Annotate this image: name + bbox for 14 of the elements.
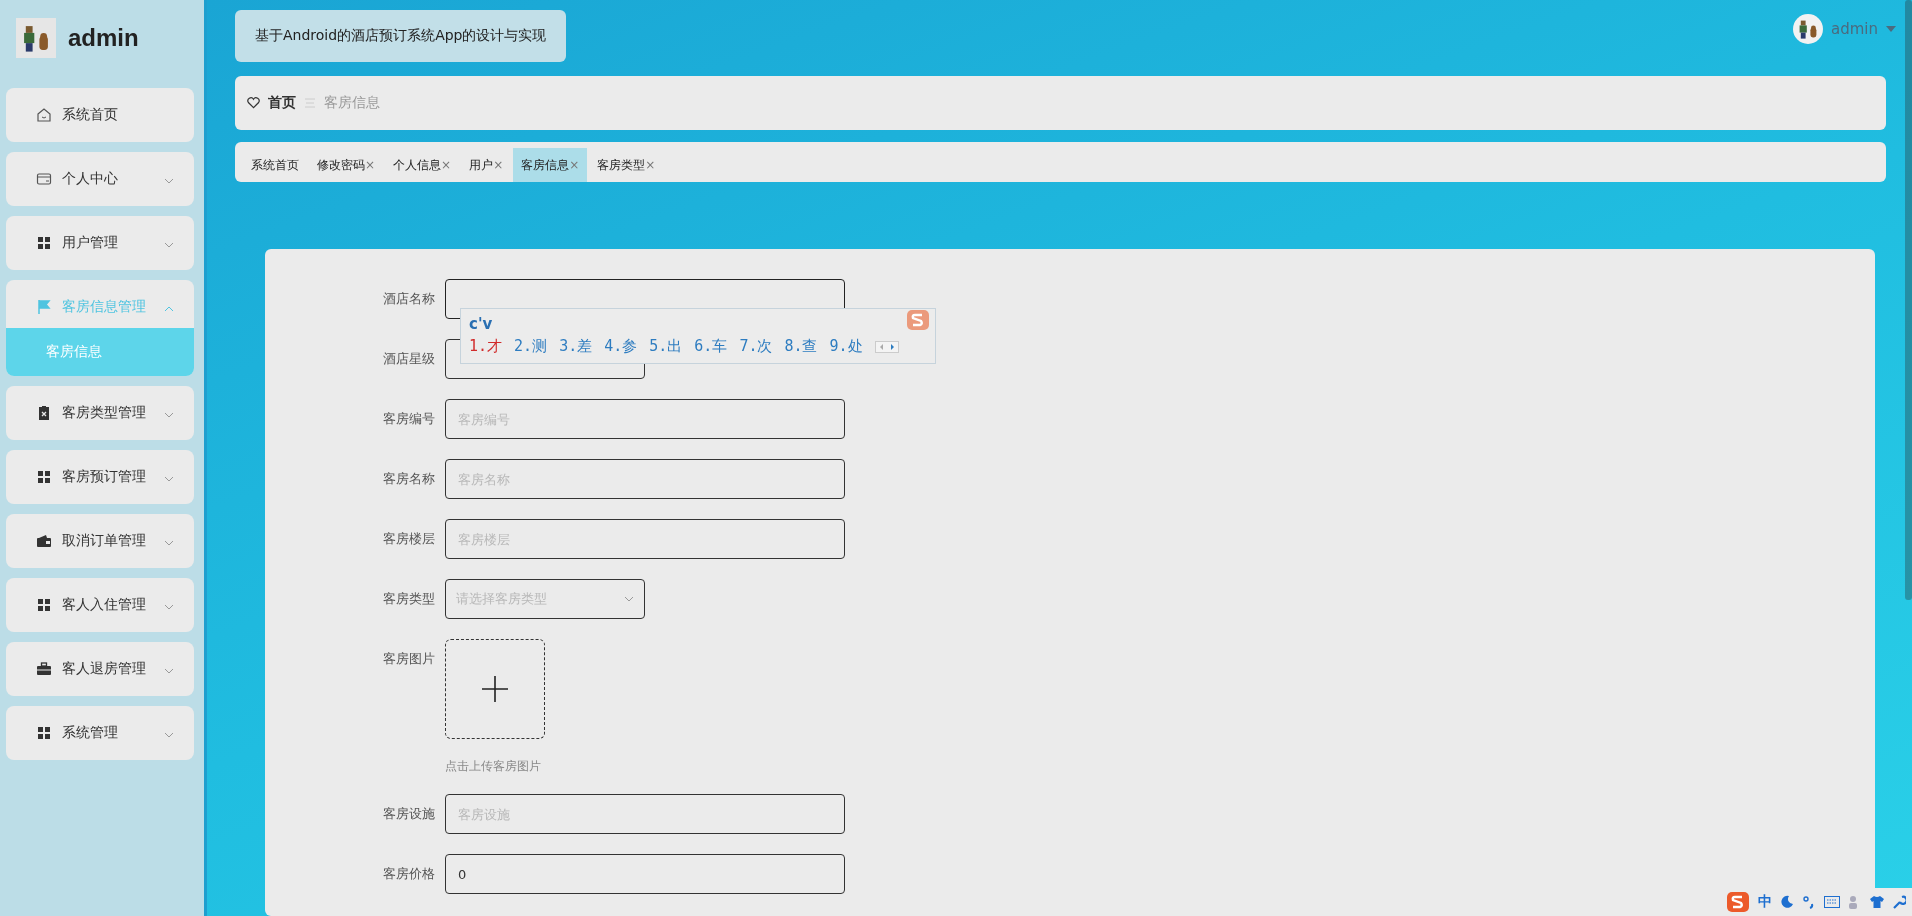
field-label: 客房楼层 [382,530,436,548]
upload-hint: 点击上传客房图片 [445,759,542,774]
field-label: 客房类型 [382,590,436,608]
field-label: 客房名称 [382,470,436,488]
brand-name: admin [68,24,139,52]
breadcrumb-current: 客房信息 [324,94,380,112]
system-title: 基于Android的酒店预订系统App的设计与实现 [235,10,567,62]
field-label: 客房设施 [382,805,436,823]
field-label: 酒店星级 [382,350,436,368]
ime-composition: c'v [469,314,493,335]
field-label: 客房编号 [382,410,436,428]
field-label: 客房图片 [382,650,436,668]
field-label: 酒店名称 [382,290,436,308]
field-label: 客房价格 [382,865,436,883]
